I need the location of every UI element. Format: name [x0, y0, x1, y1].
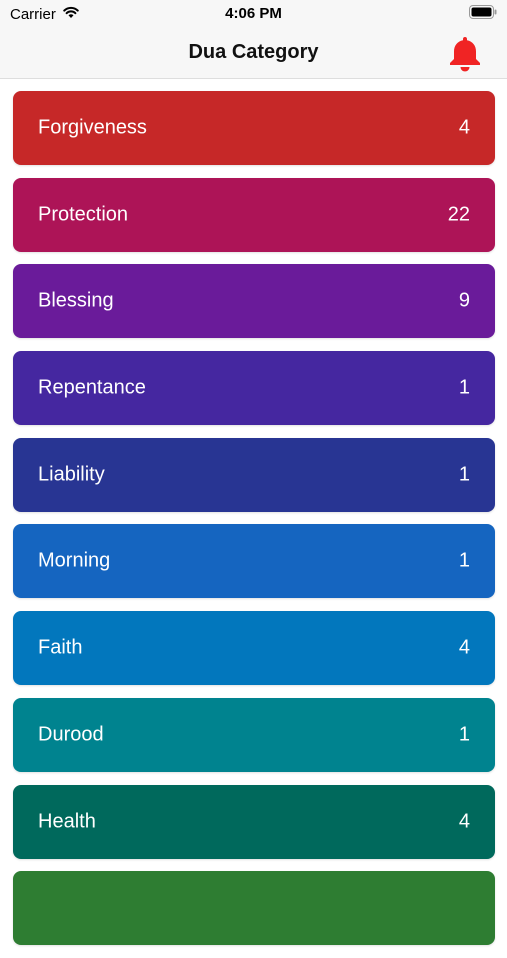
category-label: Blessing: [38, 289, 114, 312]
category-label: Repentance: [38, 376, 146, 399]
navigation-bar: Dua Category: [0, 28, 507, 79]
category-count: 1: [458, 376, 470, 399]
page-title: Dua Category: [188, 41, 319, 63]
category-item-durood[interactable]: Durood 1: [13, 697, 495, 772]
category-item-repentance[interactable]: Repentance 1: [13, 351, 495, 426]
category-item-health[interactable]: Health 4: [13, 784, 495, 859]
status-bar: Carrier 4:06 PM: [0, 0, 507, 28]
category-item-liability[interactable]: Liability 1: [13, 437, 495, 512]
category-item-partial[interactable]: [13, 871, 495, 946]
category-label: Durood: [38, 723, 104, 746]
category-count: 1: [458, 549, 470, 572]
category-item-protection[interactable]: Protection 22: [13, 177, 495, 252]
category-label: Health: [38, 810, 96, 832]
category-item-forgiveness[interactable]: Forgiveness 4: [13, 91, 495, 165]
category-label: Morning: [38, 549, 111, 572]
category-count: 1: [458, 723, 470, 746]
category-item-morning[interactable]: Morning 1: [13, 524, 495, 599]
status-time: 4:06 PM: [225, 5, 282, 22]
category-count: 4: [458, 810, 470, 832]
battery-icon: [469, 5, 497, 23]
category-label: Forgiveness: [38, 116, 147, 139]
category-label: Faith: [38, 636, 83, 659]
notification-button[interactable]: [445, 33, 485, 73]
category-list: Forgiveness 4 Protection 22 Blessing 9 R…: [13, 91, 495, 958]
category-item-blessing[interactable]: Blessing 9: [13, 264, 495, 339]
category-label: Protection: [38, 203, 129, 226]
category-count: 1: [458, 463, 470, 486]
category-count: 4: [458, 116, 470, 139]
category-count: 4: [458, 636, 470, 659]
category-count: 22: [447, 203, 470, 226]
category-item-faith[interactable]: Faith 4: [13, 611, 495, 686]
category-label: Liability: [38, 463, 105, 486]
bell-icon: [450, 37, 480, 72]
category-count: 9: [458, 289, 470, 312]
